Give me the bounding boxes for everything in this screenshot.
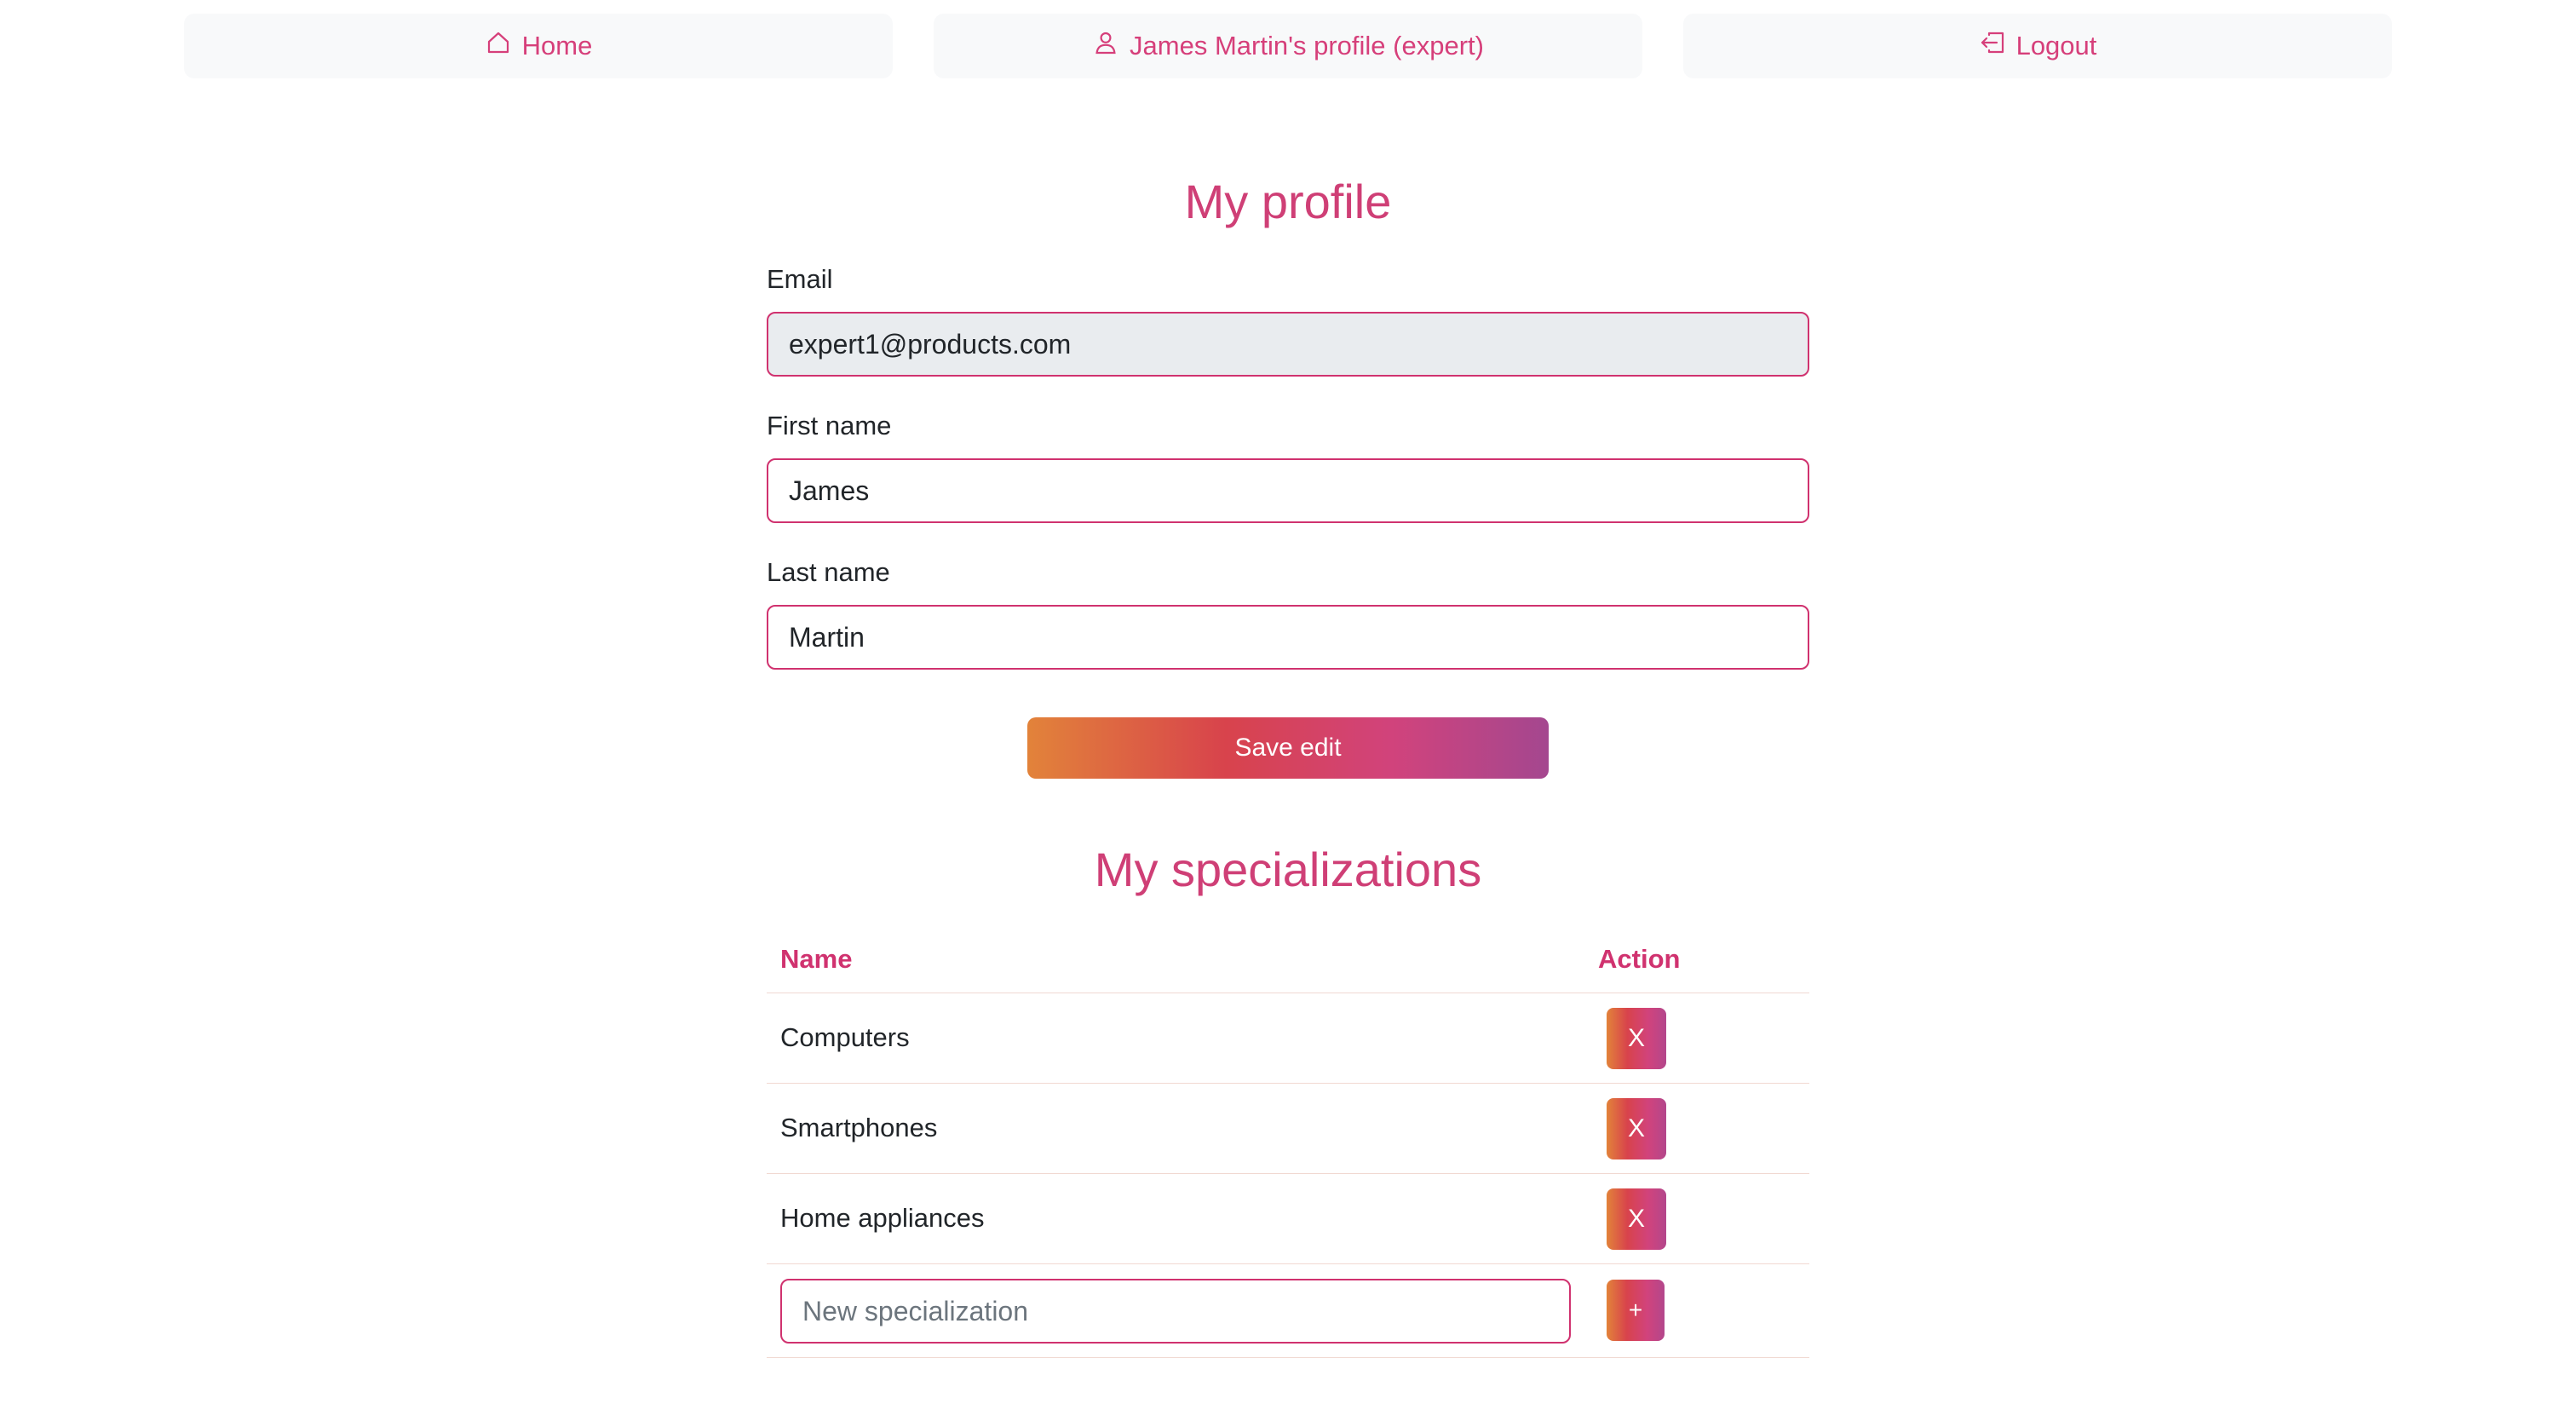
add-specialization-button[interactable]: + bbox=[1607, 1280, 1665, 1341]
specialization-name: Smartphones bbox=[780, 1113, 938, 1142]
house-icon bbox=[485, 29, 512, 63]
first-name-field[interactable] bbox=[767, 458, 1809, 523]
save-edit-button[interactable]: Save edit bbox=[1027, 717, 1549, 779]
table-row: Home appliances X bbox=[767, 1174, 1809, 1264]
remove-specialization-button[interactable]: X bbox=[1607, 1008, 1666, 1069]
email-label: Email bbox=[767, 264, 833, 294]
logout-nav-label: Logout bbox=[2015, 31, 2097, 60]
last-name-label: Last name bbox=[767, 557, 890, 587]
new-specialization-input[interactable] bbox=[780, 1279, 1571, 1344]
specialization-name: Computers bbox=[780, 1022, 910, 1052]
home-nav-label: Home bbox=[521, 31, 593, 60]
specializations-table: Name Action Computers X Smartphones X Ho… bbox=[767, 929, 1809, 1358]
table-row: Smartphones X bbox=[767, 1084, 1809, 1174]
first-name-label: First name bbox=[767, 411, 892, 440]
home-nav-button[interactable]: Home bbox=[184, 14, 893, 78]
last-name-field[interactable] bbox=[767, 605, 1809, 670]
profile-nav-button[interactable]: James Martin's profile (expert) bbox=[934, 14, 1642, 78]
remove-specialization-button[interactable]: X bbox=[1607, 1188, 1666, 1250]
email-field[interactable] bbox=[767, 312, 1809, 377]
remove-specialization-button[interactable]: X bbox=[1607, 1098, 1666, 1159]
profile-nav-label: James Martin's profile (expert) bbox=[1130, 31, 1484, 60]
new-specialization-row: + bbox=[767, 1264, 1809, 1358]
specializations-title: My specializations bbox=[1094, 843, 1482, 896]
top-navigation: Home James Martin's profile (expert) Log… bbox=[184, 14, 2392, 78]
logout-nav-button[interactable]: Logout bbox=[1683, 14, 2392, 78]
column-header-name: Name bbox=[780, 944, 853, 974]
table-row: Computers X bbox=[767, 993, 1809, 1084]
specialization-name: Home appliances bbox=[780, 1203, 985, 1233]
profile-title: My profile bbox=[1184, 175, 1392, 228]
person-icon bbox=[1092, 29, 1119, 63]
column-header-action: Action bbox=[1598, 944, 1681, 974]
table-header-row: Name Action bbox=[767, 929, 1809, 993]
logout-icon bbox=[1979, 29, 2006, 63]
